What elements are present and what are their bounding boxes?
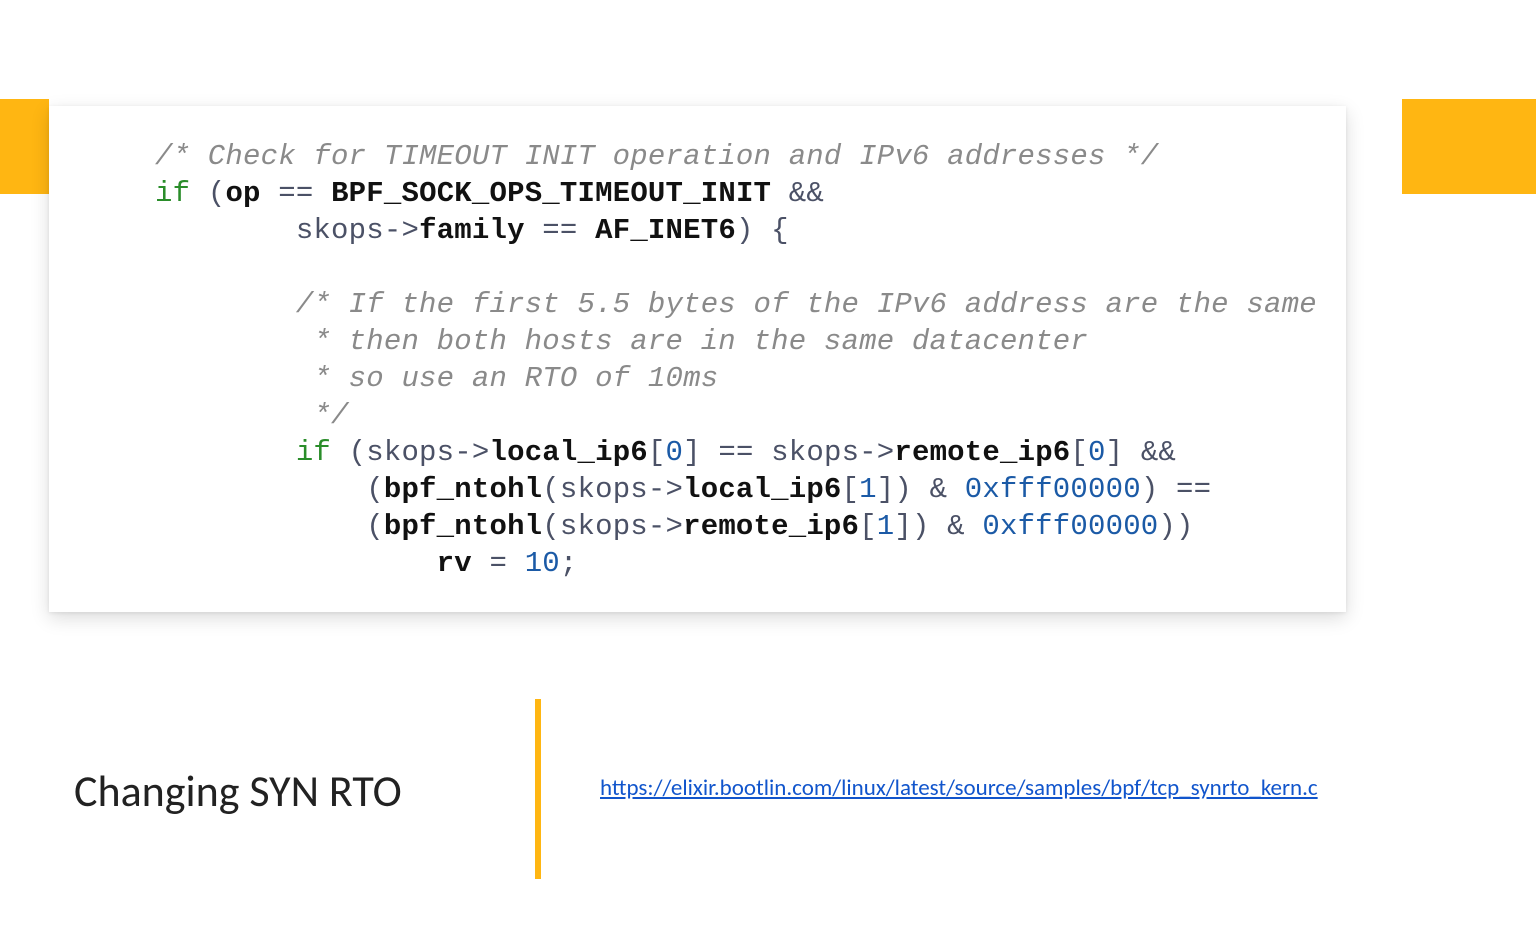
code-number: 0 <box>1088 436 1106 469</box>
code-text: = <box>472 547 525 580</box>
code-number: 0xfff00000 <box>982 510 1158 543</box>
code-text: ( <box>190 177 225 210</box>
slide-title: Changing SYN RTO <box>74 764 402 818</box>
code-text: )) <box>1158 510 1193 543</box>
code-indent: ( <box>155 510 384 543</box>
code-text: [ <box>1070 436 1088 469</box>
slide: /* Check for TIMEOUT INIT operation and … <box>0 0 1536 939</box>
code-number: 0xfff00000 <box>965 473 1141 506</box>
code-text: ) { <box>736 214 789 247</box>
code-indent <box>155 436 296 469</box>
divider-vertical <box>535 699 541 879</box>
code-text: ]) & <box>877 473 965 506</box>
code-keyword-if: if <box>155 177 190 210</box>
code-ident: rv <box>437 547 472 580</box>
code-indent <box>155 288 296 321</box>
code-ident: remote_ip6 <box>894 436 1070 469</box>
code-text: ) == <box>1141 473 1211 506</box>
code-ident: local_ip6 <box>489 436 647 469</box>
code-indent <box>155 325 313 358</box>
code-comment: /* Check for TIMEOUT INIT operation and … <box>155 140 1158 173</box>
code-text: (skops-> <box>542 510 683 543</box>
code-const: AF_INET6 <box>595 214 736 247</box>
slide-footer: Changing SYN RTO https://elixir.bootlin.… <box>0 699 1536 879</box>
code-text: ; <box>560 547 578 580</box>
code-text: ] == skops-> <box>683 436 894 469</box>
code-keyword-if: if <box>296 436 331 469</box>
code-text: == <box>525 214 595 247</box>
code-text: [ <box>859 510 877 543</box>
code-comment: /* If the first 5.5 bytes of the IPv6 ad… <box>296 288 1317 321</box>
code-ident: remote_ip6 <box>683 510 859 543</box>
code-indent <box>155 399 313 432</box>
code-card: /* Check for TIMEOUT INIT operation and … <box>49 106 1346 612</box>
code-indent <box>155 547 437 580</box>
code-number: 1 <box>859 473 877 506</box>
code-text: ] && <box>1106 436 1176 469</box>
code-number: 1 <box>877 510 895 543</box>
code-text: skops-> <box>296 214 419 247</box>
code-ident: op <box>225 177 260 210</box>
source-link[interactable]: https://elixir.bootlin.com/linux/latest/… <box>600 774 1318 802</box>
code-ident: local_ip6 <box>683 473 841 506</box>
code-comment: */ <box>313 399 348 432</box>
code-block: /* Check for TIMEOUT INIT operation and … <box>155 138 1326 582</box>
code-ident: bpf_ntohl <box>384 473 542 506</box>
accent-bar-left <box>0 99 49 194</box>
code-const: BPF_SOCK_OPS_TIMEOUT_INIT <box>331 177 771 210</box>
code-text: == <box>261 177 331 210</box>
code-text: [ <box>648 436 666 469</box>
code-ident: bpf_ntohl <box>384 510 542 543</box>
accent-bar-right <box>1402 99 1536 194</box>
code-indent: ( <box>155 473 384 506</box>
code-indent <box>155 214 296 247</box>
code-number: 10 <box>525 547 560 580</box>
code-indent <box>155 362 313 395</box>
code-number: 0 <box>666 436 684 469</box>
code-text: [ <box>842 473 860 506</box>
code-text: && <box>771 177 824 210</box>
code-comment: * then both hosts are in the same datace… <box>313 325 1088 358</box>
code-comment: * so use an RTO of 10ms <box>313 362 718 395</box>
code-text: (skops-> <box>542 473 683 506</box>
code-text: ]) & <box>894 510 982 543</box>
code-text: (skops-> <box>331 436 489 469</box>
code-ident: family <box>419 214 525 247</box>
